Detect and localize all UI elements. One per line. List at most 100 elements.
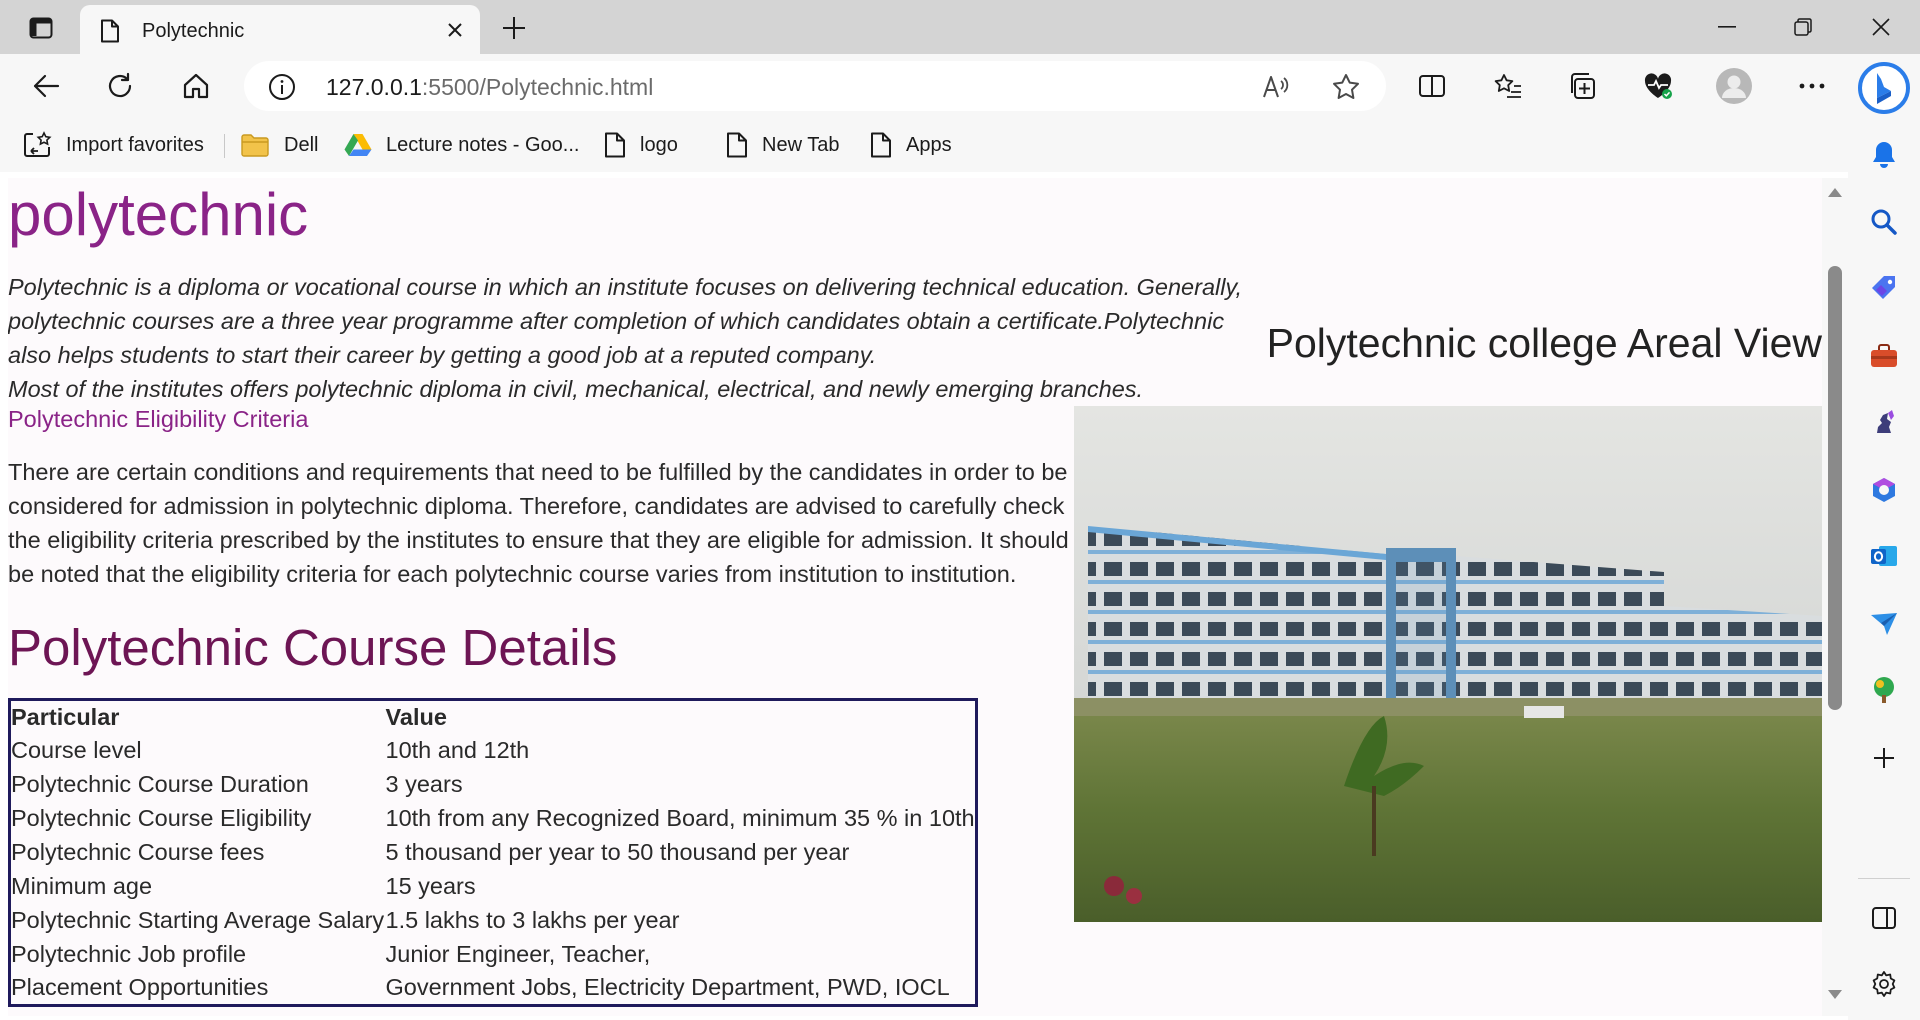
particular-cell: Polytechnic Job profile (11, 941, 247, 967)
shopping-button[interactable] (1864, 268, 1904, 308)
read-aloud-button[interactable] (1256, 67, 1296, 107)
profile-button[interactable] (1712, 64, 1756, 108)
hide-sidebar-button[interactable] (1864, 898, 1904, 938)
tools-button[interactable] (1864, 336, 1904, 376)
favorite-label: Dell (284, 133, 319, 156)
split-screen-button[interactable] (1410, 64, 1454, 108)
value-cell: 1.5 lakhs to 3 lakhs per year (385, 907, 680, 933)
intro-text: Polytechnic is a diploma or vocational c… (8, 274, 1242, 368)
table-row: Polytechnic Starting Average Salary 1.5 l… (10, 904, 977, 938)
google-drive-icon (344, 133, 372, 157)
site-info-icon[interactable] (268, 73, 296, 106)
table-row: Polytechnic Job profile Junior Engineer, … (10, 938, 977, 972)
polytechnic-page: polytechnic Polytechnic is a diploma or … (8, 178, 1822, 1016)
home-icon (183, 73, 209, 99)
tree-app-button[interactable] (1864, 670, 1904, 710)
back-button[interactable] (24, 64, 68, 108)
favorite-logo[interactable]: logo (604, 128, 678, 162)
course-details-table: Particular Value Course level 10th and 12… (8, 698, 978, 1007)
edge-sidebar (1848, 54, 1920, 1020)
favorite-import[interactable]: Import favorites (22, 128, 204, 162)
more-icon (1799, 83, 1825, 89)
minimize-button[interactable] (1692, 6, 1762, 48)
college-aerial-image (1074, 406, 1822, 922)
split-screen-icon (1419, 75, 1445, 97)
send-button[interactable] (1864, 604, 1904, 644)
url-text[interactable]: 127.0.0.1:5500/Polytechnic.html (326, 74, 653, 101)
browser-essentials-button[interactable] (1636, 64, 1680, 108)
close-window-button[interactable] (1846, 6, 1916, 48)
favorites-bar: Import favorites Dell Lecture notes - Go… (0, 118, 1920, 172)
favorite-new-tab[interactable]: New Tab (726, 128, 839, 162)
intro-branches-text: Most of the institutes offers polytechni… (8, 376, 1144, 402)
favorites-button[interactable] (1486, 64, 1530, 108)
tree-icon (1874, 677, 1894, 703)
microsoft-365-icon (1873, 478, 1895, 502)
refresh-button[interactable] (98, 64, 142, 108)
home-button[interactable] (174, 64, 218, 108)
value-cell: 5 thousand per year to 50 thousand per y… (385, 839, 850, 865)
course-details-heading: Polytechnic Course Details (8, 619, 618, 676)
value-cell: Government Jobs, Electricity Department,… (385, 974, 950, 1001)
value-cell: 10th and 12th (385, 737, 530, 763)
read-aloud-icon (1263, 76, 1289, 98)
navigation-toolbar: 127.0.0.1:5500/Polytechnic.html (0, 54, 1920, 118)
table-row: Minimum age 15 years (10, 870, 977, 904)
title-bar: Polytechnic (0, 0, 1920, 54)
table-row: Placement Opportunities Government Jobs, … (10, 972, 977, 1006)
particular-cell: Minimum age (11, 873, 153, 899)
address-bar[interactable]: 127.0.0.1:5500/Polytechnic.html (244, 61, 1386, 111)
toolbox-icon (1871, 344, 1897, 367)
outlook-button[interactable] (1864, 536, 1904, 576)
star-icon (1333, 74, 1359, 99)
close-tab-button[interactable] (440, 15, 470, 45)
favorite-dell[interactable]: Dell (240, 128, 318, 162)
page-scrollbar[interactable] (1822, 178, 1848, 1016)
collections-icon (1571, 73, 1595, 99)
plus-icon (1874, 748, 1894, 768)
page-viewport: polytechnic Polytechnic is a diploma or … (8, 178, 1822, 1016)
favorite-star-button[interactable] (1326, 67, 1366, 107)
search-sidebar-button[interactable] (1864, 202, 1904, 242)
favorite-label: Apps (906, 133, 952, 156)
close-icon (1872, 18, 1890, 36)
page-icon (100, 19, 120, 48)
column-header-value: Value (385, 703, 447, 730)
avatar (1716, 68, 1752, 104)
refresh-icon (108, 72, 132, 98)
tag-icon (1872, 276, 1895, 299)
eligibility-criteria-link[interactable]: Polytechnic Eligibility Criteria (8, 406, 308, 433)
table-row: Polytechnic Course Eligibility 10th from … (10, 802, 977, 836)
chess-piece-icon (1877, 410, 1894, 433)
copilot-button[interactable] (1856, 60, 1912, 116)
notifications-button[interactable] (1864, 134, 1904, 174)
column-header-particular: Particular (11, 703, 120, 730)
collections-button[interactable] (1560, 64, 1604, 108)
settings-more-button[interactable] (1790, 64, 1834, 108)
eligibility-criteria-text: There are certain conditions and require… (8, 459, 1069, 587)
scroll-down-arrow-icon[interactable] (1828, 990, 1842, 999)
page-icon (726, 132, 748, 158)
tab-polytechnic[interactable]: Polytechnic (80, 5, 480, 54)
page-icon (870, 132, 892, 158)
tab-actions-button[interactable] (20, 12, 62, 44)
table-row: Polytechnic Course Duration 3 years (10, 768, 977, 802)
particular-cell: Polytechnic Starting Average Salary (11, 907, 385, 933)
favorite-lecture-notes[interactable]: Lecture notes - Goo... (344, 128, 579, 162)
tab-title: Polytechnic (142, 20, 245, 42)
restore-button[interactable] (1768, 6, 1838, 48)
table-header-row: Particular Value (10, 700, 977, 734)
favorite-apps[interactable]: Apps (870, 128, 952, 162)
particular-cell: Course level (11, 737, 142, 763)
new-tab-button[interactable] (496, 10, 532, 46)
aerial-view-caption: Polytechnic college Areal View (1266, 320, 1822, 366)
scroll-up-arrow-icon[interactable] (1828, 188, 1842, 197)
microsoft-365-button[interactable] (1864, 470, 1904, 510)
games-button[interactable] (1864, 402, 1904, 442)
add-sidebar-app-button[interactable] (1864, 738, 1904, 778)
scrollbar-thumb[interactable] (1828, 266, 1842, 710)
sidebar-settings-button[interactable] (1864, 964, 1904, 1004)
particular-cell: Polytechnic Course Duration (11, 771, 309, 797)
page-icon (604, 132, 626, 158)
favorite-label: Import favorites (66, 133, 204, 156)
